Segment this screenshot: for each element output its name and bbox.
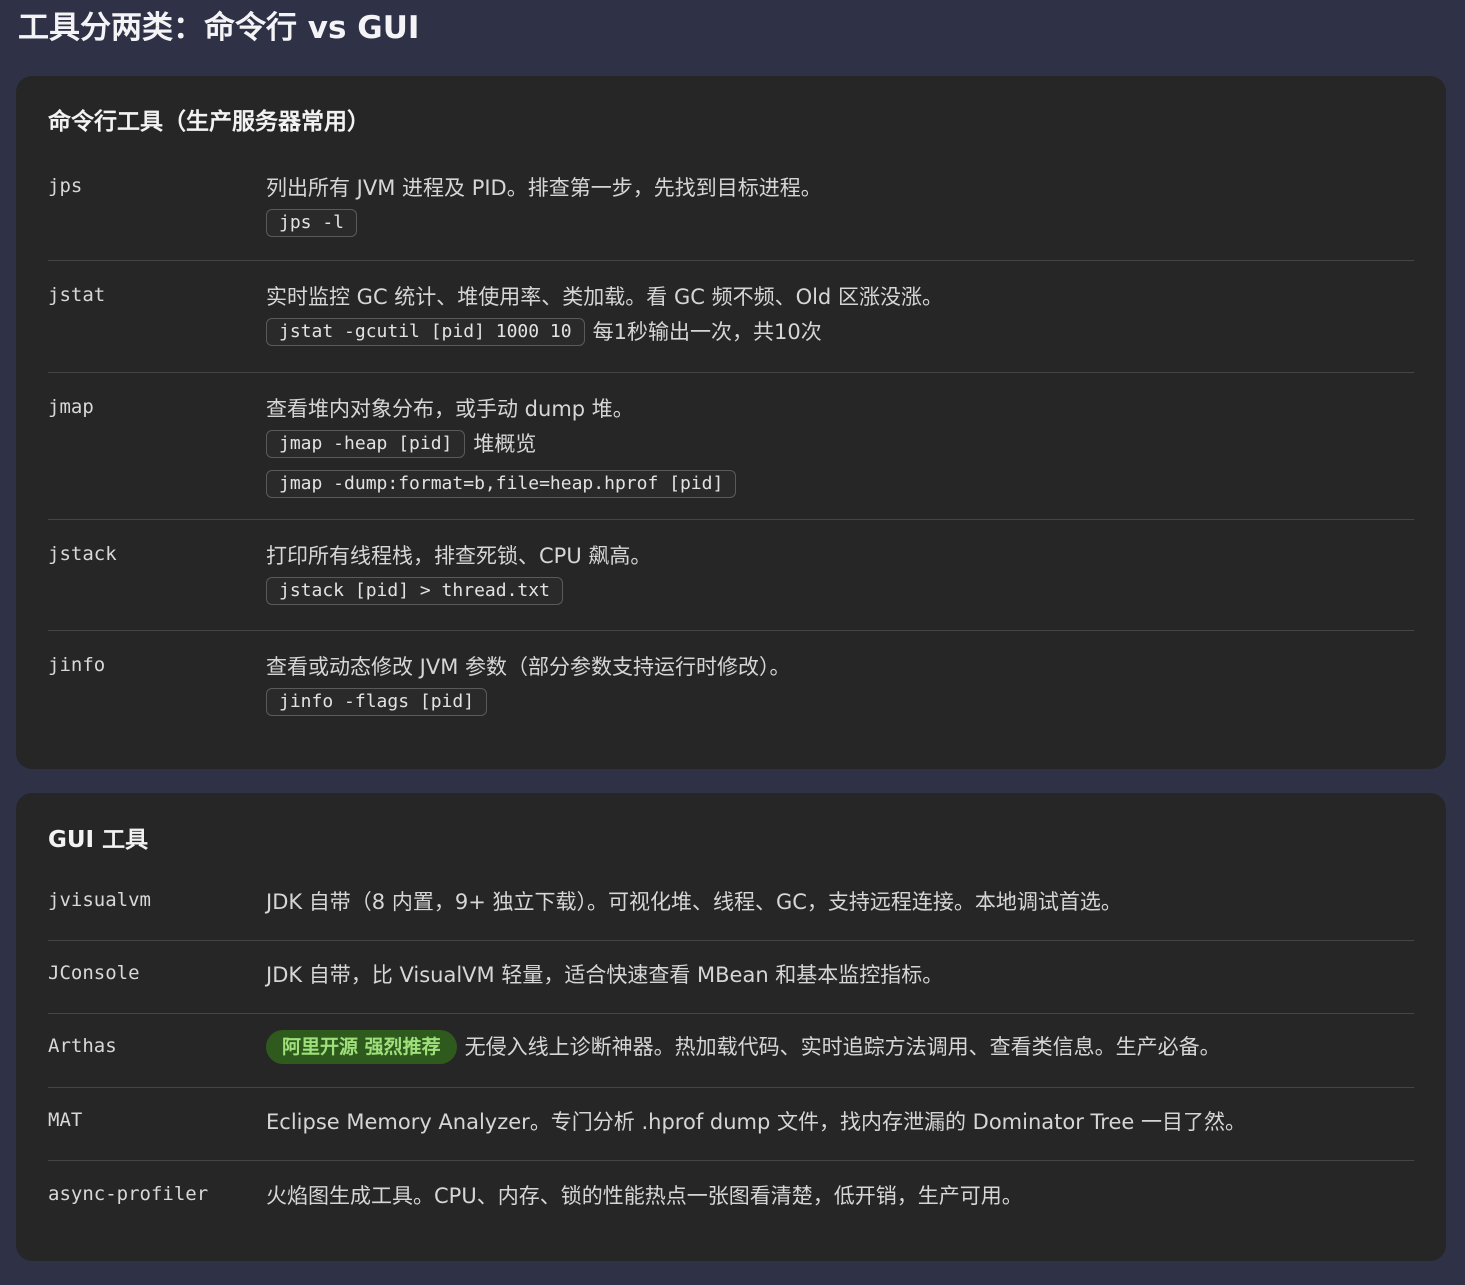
tool-row-async-profiler: async-profiler 火焰图生成工具。CPU、内存、锁的性能热点一张图看…: [48, 1181, 1414, 1235]
command-snippet: jstack [pid] > thread.txt: [266, 577, 563, 605]
gui-tools-card: GUI 工具 jvisualvm JDK 自带（8 内置，9+ 独立下载）。可视…: [16, 793, 1446, 1261]
tool-name: jstack: [48, 543, 117, 565]
tool-description: JDK 自带，比 VisualVM 轻量，适合快速查看 MBean 和基本监控指…: [266, 963, 944, 987]
page-title: 工具分两类：命令行 vs GUI: [18, 10, 420, 46]
command-snippet: jstat -gcutil [pid] 1000 10: [266, 318, 585, 346]
tool-name: jstat: [48, 284, 106, 306]
cli-card-title: 命令行工具（生产服务器常用）: [48, 109, 370, 135]
cli-tools-card: 命令行工具（生产服务器常用） jps 列出所有 JVM 进程及 PID。排查第一…: [16, 76, 1446, 769]
tool-row-mat: MAT Eclipse Memory Analyzer。专门分析 .hprof …: [48, 1107, 1414, 1161]
tool-description: 火焰图生成工具。CPU、内存、锁的性能热点一张图看清楚，低开销，生产可用。: [266, 1184, 1023, 1208]
tool-row-jconsole: JConsole JDK 自带，比 VisualVM 轻量，适合快速查看 MBe…: [48, 960, 1414, 1014]
tool-name: async-profiler: [48, 1183, 209, 1205]
command-snippet: jps -l: [266, 209, 358, 237]
tool-name: JConsole: [48, 962, 140, 984]
command-note: 堆概览: [473, 432, 537, 456]
tool-description: 列出所有 JVM 进程及 PID。排查第一步，先找到目标进程。: [266, 176, 822, 200]
command-note: 每1秒输出一次，共10次: [592, 320, 822, 344]
tool-description: JDK 自带（8 内置，9+ 独立下载）。可视化堆、线程、GC，支持远程连接。本…: [266, 890, 1122, 914]
tool-description: 查看或动态修改 JVM 参数（部分参数支持运行时修改）。: [266, 655, 791, 679]
tool-description: 查看堆内对象分布，或手动 dump 堆。: [266, 397, 634, 421]
tool-row-jinfo: jinfo 查看或动态修改 JVM 参数（部分参数支持运行时修改）。 jinfo…: [48, 652, 1414, 742]
tool-row-arthas: Arthas 阿里开源 强烈推荐 无侵入线上诊断神器。热加载代码、实时追踪方法调…: [48, 1030, 1414, 1088]
tool-row-jmap: jmap 查看堆内对象分布，或手动 dump 堆。 jmap -heap [pi…: [48, 394, 1414, 520]
tool-row-jps: jps 列出所有 JVM 进程及 PID。排查第一步，先找到目标进程。 jps …: [48, 173, 1414, 261]
gui-card-title: GUI 工具: [48, 827, 149, 853]
command-snippet: jmap -dump:format=b,file=heap.hprof [pid…: [266, 470, 737, 498]
tool-description: 实时监控 GC 统计、堆使用率、类加载。看 GC 频不频、Old 区涨没涨。: [266, 285, 943, 309]
tool-row-jstat: jstat 实时监控 GC 统计、堆使用率、类加载。看 GC 频不频、Old 区…: [48, 282, 1414, 373]
tool-name: Arthas: [48, 1035, 117, 1057]
tool-name: jinfo: [48, 654, 106, 676]
tool-name: jvisualvm: [48, 889, 151, 911]
tool-name: jps: [48, 175, 83, 197]
tool-row-jvisualvm: jvisualvm JDK 自带（8 内置，9+ 独立下载）。可视化堆、线程、G…: [48, 887, 1414, 941]
tool-name: MAT: [48, 1109, 83, 1131]
tool-description: Eclipse Memory Analyzer。专门分析 .hprof dump…: [266, 1110, 1246, 1134]
tool-row-jstack: jstack 打印所有线程栈，排查死锁、CPU 飙高。 jstack [pid]…: [48, 541, 1414, 631]
command-snippet: jinfo -flags [pid]: [266, 688, 488, 716]
tool-description: 打印所有线程栈，排查死锁、CPU 飙高。: [266, 544, 652, 568]
tool-name: jmap: [48, 396, 94, 418]
recommend-badge: 阿里开源 强烈推荐: [266, 1030, 457, 1064]
tool-description: 无侵入线上诊断神器。热加载代码、实时追踪方法调用、查看类信息。生产必备。: [464, 1035, 1221, 1059]
command-snippet: jmap -heap [pid]: [266, 430, 466, 458]
